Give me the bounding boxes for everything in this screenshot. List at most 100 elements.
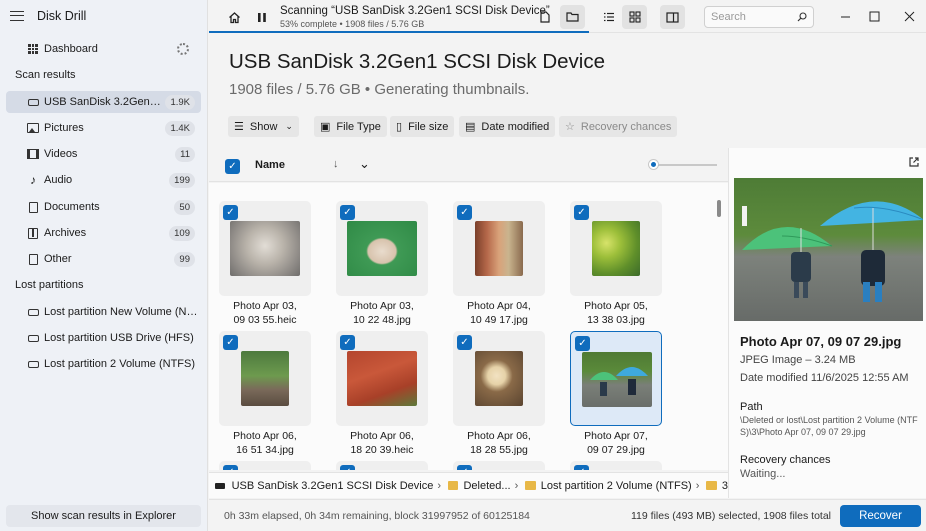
file-card[interactable]: ✓ — [219, 201, 311, 296]
sidebar-item-audio[interactable]: ♪ Audio 199 — [6, 169, 201, 191]
sidebar-item-label: USB SanDisk 3.2Gen1 SCSI Disk Device — [44, 96, 165, 108]
count-badge: 99 — [174, 251, 195, 267]
file-checkbox[interactable]: ✓ — [457, 205, 472, 220]
breadcrumb-folder[interactable]: Deleted... — [463, 480, 510, 492]
drive-icon — [27, 96, 39, 108]
file-icon: ▯ — [396, 121, 403, 133]
grid-icon — [628, 11, 641, 23]
file-card-selected[interactable]: ✓ — [570, 331, 662, 426]
search-input[interactable] — [711, 11, 797, 23]
file-caption: Photo Apr 04, 10 49 17.jpg — [467, 300, 531, 326]
sidebar-item-other[interactable]: Other 99 — [6, 248, 201, 270]
sort-arrow-icon[interactable]: ↓ — [333, 158, 339, 170]
sidebar-item-archives[interactable]: Archives 109 — [6, 222, 201, 244]
show-in-explorer-button[interactable]: Show scan results in Explorer — [6, 505, 201, 527]
chevron-right-icon: › — [437, 479, 442, 492]
menu-icon[interactable] — [10, 11, 24, 21]
breadcrumb-folder[interactable]: Lost partition 2 Volume (NTFS) — [541, 480, 692, 492]
archives-icon — [27, 227, 39, 239]
chevron-down-icon: ⌄ — [285, 121, 293, 131]
sidebar-item-lost-partition-2-volume[interactable]: Lost partition 2 Volume (NTFS) — [6, 353, 201, 375]
file-card[interactable]: ✓ — [336, 461, 428, 470]
recovery-chances-filter-button[interactable]: ☆ Recovery chances — [559, 116, 678, 137]
lost-partitions-heading: Lost partitions — [15, 279, 84, 291]
maximize-icon[interactable] — [866, 8, 882, 24]
videos-icon — [27, 148, 39, 160]
file-thumbnail — [241, 351, 289, 406]
scrollbar-thumb[interactable] — [717, 200, 721, 217]
file-size-filter-button[interactable]: ▯ File size — [390, 116, 455, 137]
file-thumbnail — [475, 221, 523, 276]
pictures-icon — [27, 122, 39, 134]
sidebar-item-dashboard[interactable]: Dashboard — [6, 38, 201, 60]
file-view-icon[interactable] — [535, 7, 555, 27]
grid-view-button[interactable] — [622, 5, 647, 29]
zoom-slider-thumb[interactable] — [649, 160, 658, 169]
zoom-slider-track[interactable] — [653, 164, 717, 166]
file-card[interactable]: ✓ — [453, 201, 545, 296]
preview-pane-button[interactable] — [660, 5, 685, 29]
sidebar-item-documents[interactable]: Documents 50 — [6, 196, 201, 218]
recover-button[interactable]: Recover — [840, 505, 921, 527]
home-icon[interactable] — [224, 7, 244, 27]
search-box[interactable] — [704, 6, 814, 28]
scan-results-heading: Scan results — [15, 69, 76, 81]
sidebar-item-pictures[interactable]: Pictures 1.4K — [6, 117, 201, 139]
count-badge: 109 — [169, 225, 195, 241]
file-card[interactable]: ✓ — [219, 461, 311, 470]
count-badge: 1.9K — [165, 94, 195, 110]
folder-view-button[interactable] — [560, 5, 585, 29]
file-checkbox[interactable]: ✓ — [340, 205, 355, 220]
sidebar-item-lost-partition-new-volume[interactable]: Lost partition New Volume (NTFS) — [6, 301, 201, 323]
file-thumbnail — [582, 352, 652, 407]
scan-progress-text: 53% complete • 1908 files / 5.76 GB — [280, 19, 425, 29]
file-checkbox[interactable]: ✓ — [223, 205, 238, 220]
drive-icon — [27, 332, 39, 344]
file-checkbox[interactable]: ✓ — [574, 205, 589, 220]
app-title: Disk Drill — [37, 9, 87, 23]
file-card[interactable]: ✓ — [336, 331, 428, 426]
file-checkbox[interactable]: ✓ — [223, 335, 238, 350]
chevron-down-icon[interactable]: ⌄ — [359, 156, 370, 172]
file-card[interactable]: ✓ — [570, 201, 662, 296]
show-filter-button[interactable]: ☰ Show ⌄ — [228, 116, 299, 137]
open-external-icon[interactable] — [908, 156, 920, 171]
select-all-checkbox[interactable]: ✓ — [225, 159, 240, 174]
file-card[interactable]: ✓ — [219, 331, 311, 426]
file-checkbox[interactable]: ✓ — [457, 335, 472, 350]
pause-icon[interactable] — [252, 7, 272, 27]
date-modified-filter-button[interactable]: ▤ Date modified — [459, 116, 556, 137]
detail-filename: Photo Apr 07, 09 07 29.jpg — [740, 334, 902, 349]
list-view-icon[interactable] — [599, 7, 619, 27]
file-caption: Photo Apr 03, 09 03 55.heic — [233, 300, 297, 326]
chevron-right-icon: › — [695, 479, 700, 492]
sidebar-header: Disk Drill — [0, 0, 207, 32]
file-card[interactable]: ✓ — [453, 461, 545, 470]
file-card[interactable]: ✓ — [453, 331, 545, 426]
audio-icon: ♪ — [30, 173, 36, 187]
name-column-header[interactable]: Name — [255, 159, 285, 171]
sidebar-item-label: Lost partition New Volume (NTFS) — [44, 306, 201, 318]
drive-icon — [27, 306, 39, 318]
file-grid: ✓ Photo Apr 03, 09 03 55.heic ✓ Photo Apr… — [209, 183, 728, 470]
file-card[interactable]: ✓ — [336, 201, 428, 296]
file-type-filter-button[interactable]: ▣ File Type — [314, 116, 387, 137]
close-icon[interactable] — [901, 8, 917, 24]
detail-date-modified: Date modified 11/6/2025 12:55 AM — [740, 372, 909, 384]
file-checkbox[interactable]: ✓ — [574, 465, 589, 470]
file-checkbox[interactable]: ✓ — [223, 465, 238, 470]
file-caption: Photo Apr 06, 18 20 39.heic — [350, 430, 414, 456]
sidebar-item-device[interactable]: USB SanDisk 3.2Gen1 SCSI Disk Device 1.9… — [6, 91, 201, 113]
file-checkbox[interactable]: ✓ — [575, 336, 590, 351]
file-checkbox[interactable]: ✓ — [457, 465, 472, 470]
file-checkbox[interactable]: ✓ — [340, 335, 355, 350]
minimize-icon[interactable] — [837, 8, 853, 24]
breadcrumb-drive[interactable]: USB SanDisk 3.2Gen1 SCSI Disk Device — [232, 480, 434, 492]
file-checkbox[interactable]: ✓ — [340, 465, 355, 470]
sidebar-item-lost-partition-usb-drive[interactable]: Lost partition USB Drive (HFS) — [6, 327, 201, 349]
breadcrumb-folder[interactable]: 3 — [722, 480, 728, 492]
count-badge: 199 — [169, 172, 195, 188]
sidebar-item-videos[interactable]: Videos 11 — [6, 143, 201, 165]
filter-label: File Type — [336, 120, 381, 133]
file-card[interactable]: ✓ — [570, 461, 662, 470]
